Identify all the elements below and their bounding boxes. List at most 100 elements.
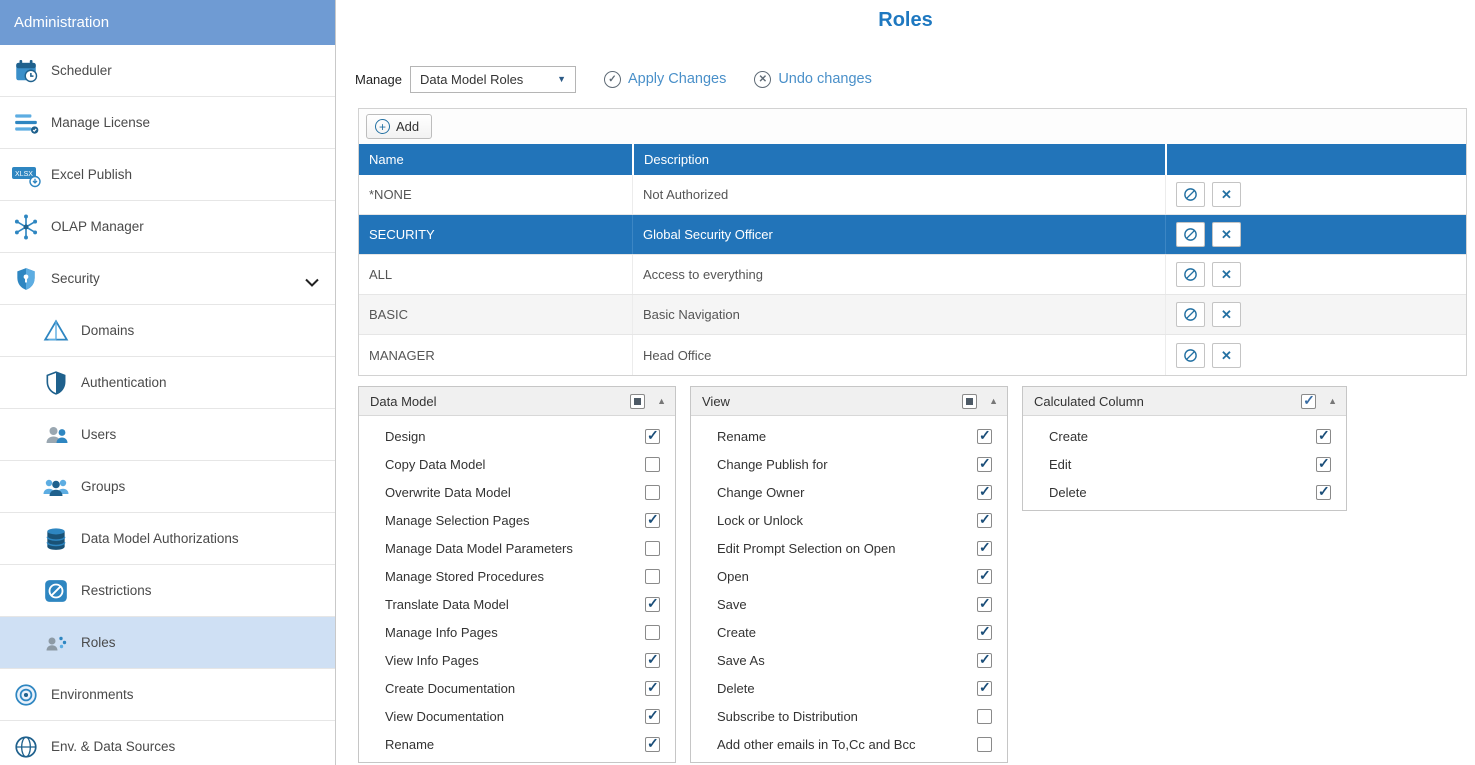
clear-role-button[interactable]	[1176, 182, 1205, 207]
sidebar-item-restrictions[interactable]: Restrictions	[0, 565, 335, 617]
globe-icon	[10, 731, 42, 763]
sidebar-item-excel-publish[interactable]: XLSX Excel Publish	[0, 149, 335, 201]
table-row[interactable]: *NONE Not Authorized ✕	[359, 175, 1466, 215]
permission-checkbox[interactable]	[977, 625, 992, 640]
manage-roles-dropdown[interactable]: Data Model Roles ▼	[410, 66, 576, 93]
permission-checkbox[interactable]	[977, 737, 992, 752]
x-icon: ✕	[1221, 228, 1232, 241]
permission-checkbox[interactable]	[977, 513, 992, 528]
permission-checkbox[interactable]	[977, 569, 992, 584]
sidebar-item-scheduler[interactable]: Scheduler	[0, 45, 335, 97]
panel-select-all-checkbox[interactable]	[962, 394, 977, 409]
permission-row: Save	[691, 590, 1007, 618]
panel-title: Calculated Column	[1034, 394, 1144, 409]
collapse-arrow-icon[interactable]: ▲	[1328, 396, 1337, 406]
sidebar-item-security[interactable]: Security	[0, 253, 335, 305]
role-description-cell: Not Authorized	[632, 175, 1165, 214]
sidebar-item-label: Data Model Authorizations	[81, 531, 239, 546]
table-row[interactable]: ALL Access to everything ✕	[359, 255, 1466, 295]
clear-role-button[interactable]	[1176, 262, 1205, 287]
clear-role-button[interactable]	[1176, 302, 1205, 327]
excel-publish-icon: XLSX	[10, 159, 42, 191]
delete-role-button[interactable]: ✕	[1212, 343, 1241, 368]
permission-checkbox[interactable]	[1316, 457, 1331, 472]
permission-row: Manage Stored Procedures	[359, 562, 675, 590]
dropdown-selected-value: Data Model Roles	[420, 72, 523, 87]
sidebar-item-roles[interactable]: Roles	[0, 617, 335, 669]
role-description-cell: Global Security Officer	[632, 215, 1165, 254]
page-title: Roles	[336, 0, 1475, 32]
permission-checkbox[interactable]	[645, 709, 660, 724]
sidebar-item-data-model-authorizations[interactable]: Data Model Authorizations	[0, 513, 335, 565]
permission-checkbox[interactable]	[645, 681, 660, 696]
permission-checkbox[interactable]	[645, 569, 660, 584]
sidebar-item-olap-manager[interactable]: OLAP Manager	[0, 201, 335, 253]
collapse-arrow-icon[interactable]: ▲	[657, 396, 666, 406]
collapse-arrow-icon[interactable]: ▲	[989, 396, 998, 406]
sidebar-item-groups[interactable]: Groups	[0, 461, 335, 513]
app-root: Administration Scheduler Manage License …	[0, 0, 1475, 765]
sidebar-item-users[interactable]: Users	[0, 409, 335, 461]
apply-changes-button[interactable]: ✓ Apply Changes	[604, 71, 726, 88]
permission-label: Manage Data Model Parameters	[385, 541, 573, 556]
sidebar-item-label: Environments	[51, 687, 134, 702]
circle-slash-icon	[1183, 187, 1198, 202]
permission-checkbox[interactable]	[1316, 485, 1331, 500]
permission-row: Delete	[1023, 478, 1346, 506]
clear-role-button[interactable]	[1176, 343, 1205, 368]
delete-role-button[interactable]: ✕	[1212, 262, 1241, 287]
permission-checkbox[interactable]	[645, 513, 660, 528]
permission-checkbox[interactable]	[977, 709, 992, 724]
panel-header: Data Model ▲	[359, 387, 675, 416]
permission-checkbox[interactable]	[977, 653, 992, 668]
table-row[interactable]: BASIC Basic Navigation ✕	[359, 295, 1466, 335]
permission-checkbox[interactable]	[977, 541, 992, 556]
sidebar-item-environments[interactable]: Environments	[0, 669, 335, 721]
table-row[interactable]: SECURITY Global Security Officer ✕	[359, 215, 1466, 255]
permission-checkbox[interactable]	[645, 457, 660, 472]
permission-checkbox[interactable]	[645, 737, 660, 752]
restrictions-icon	[40, 575, 72, 607]
permission-checkbox[interactable]	[645, 485, 660, 500]
permission-checkbox[interactable]	[1316, 429, 1331, 444]
permission-checkbox[interactable]	[645, 429, 660, 444]
sidebar-item-domains[interactable]: Domains	[0, 305, 335, 357]
permission-checkbox[interactable]	[645, 625, 660, 640]
x-circle-icon: ✕	[754, 71, 771, 88]
permission-row: Rename	[691, 422, 1007, 450]
permission-checkbox[interactable]	[977, 457, 992, 472]
delete-role-button[interactable]: ✕	[1212, 302, 1241, 327]
permission-checkbox[interactable]	[645, 597, 660, 612]
chevron-down-icon: ▼	[557, 74, 566, 84]
permission-row: Manage Data Model Parameters	[359, 534, 675, 562]
permission-checkbox[interactable]	[977, 429, 992, 444]
sidebar-item-env-data-sources[interactable]: Env. & Data Sources	[0, 721, 335, 765]
permission-checkbox[interactable]	[645, 653, 660, 668]
permission-row: Create	[1023, 422, 1346, 450]
permission-checkbox[interactable]	[977, 485, 992, 500]
panel-title: Data Model	[370, 394, 436, 409]
table-row[interactable]: MANAGER Head Office ✕	[359, 335, 1466, 375]
permission-checkbox[interactable]	[977, 681, 992, 696]
roles-icon	[40, 627, 72, 659]
table-header: Name Description	[359, 144, 1466, 175]
sidebar-item-manage-license[interactable]: Manage License	[0, 97, 335, 149]
permission-checkbox[interactable]	[977, 597, 992, 612]
permission-label: Delete	[1049, 485, 1087, 500]
panel-select-all-checkbox[interactable]	[630, 394, 645, 409]
clear-role-button[interactable]	[1176, 222, 1205, 247]
panel-select-all-checkbox[interactable]	[1301, 394, 1316, 409]
add-role-button[interactable]: + Add	[366, 114, 432, 139]
chevron-down-icon[interactable]	[305, 275, 319, 290]
panel-data-model: Data Model ▲ Design Copy Data Model Over…	[358, 386, 676, 763]
delete-role-button[interactable]: ✕	[1212, 182, 1241, 207]
permission-checkbox[interactable]	[645, 541, 660, 556]
permission-label: Rename	[385, 737, 434, 752]
sidebar-item-authentication[interactable]: Authentication	[0, 357, 335, 409]
permission-label: Manage Selection Pages	[385, 513, 530, 528]
undo-changes-button[interactable]: ✕ Undo changes	[754, 71, 872, 88]
permission-row: Design	[359, 422, 675, 450]
delete-role-button[interactable]: ✕	[1212, 222, 1241, 247]
column-header-name: Name	[359, 144, 632, 175]
roles-table: + Add Name Description *NONE Not Authori…	[358, 108, 1467, 376]
